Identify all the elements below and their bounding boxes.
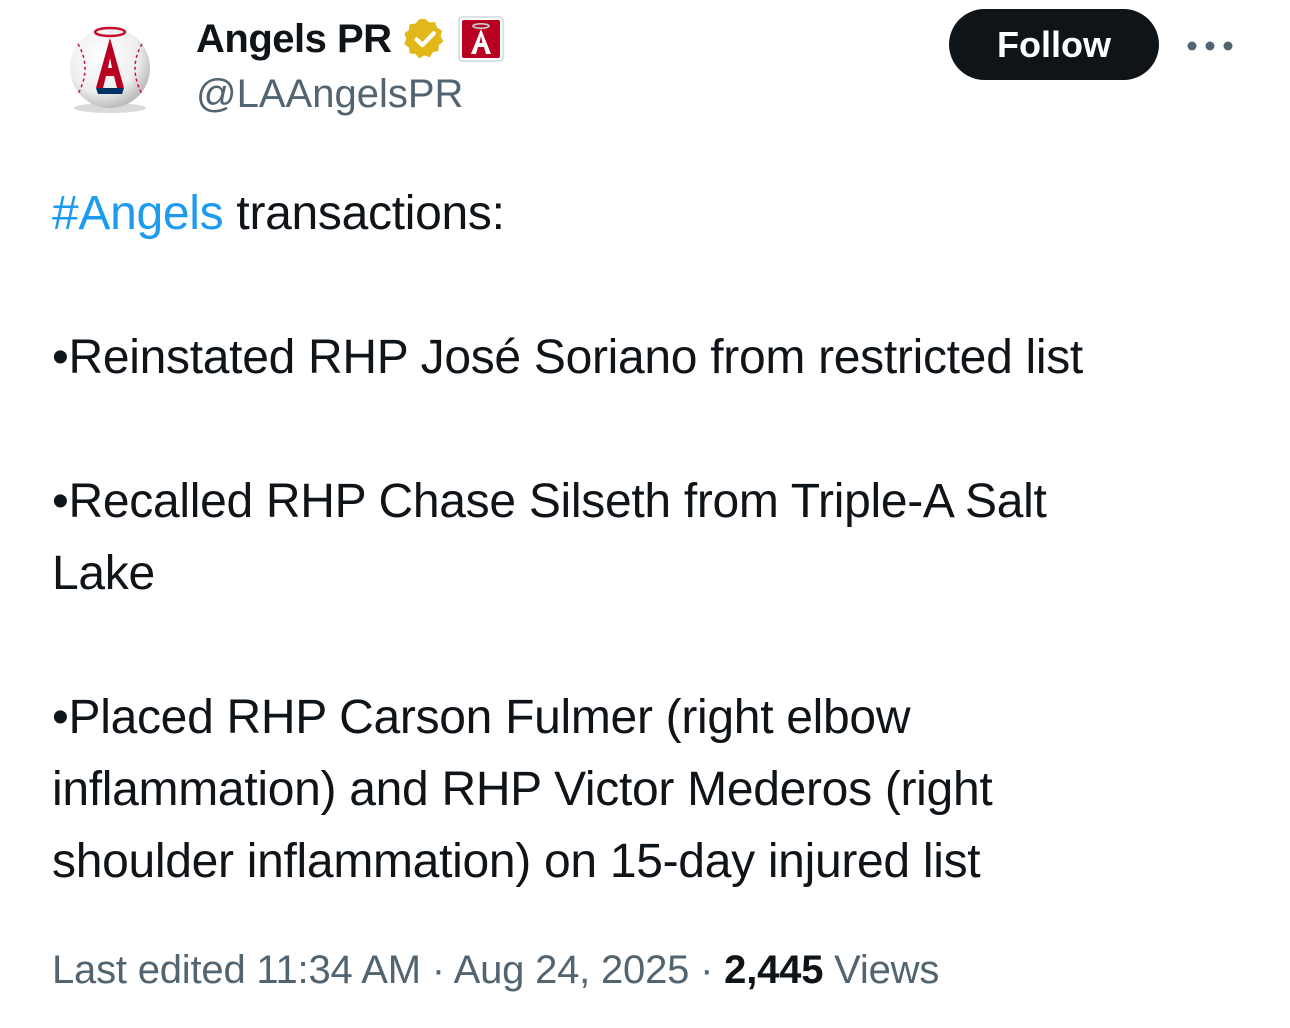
display-name-row: Angels PR <box>196 12 504 66</box>
gold-verified-badge-icon[interactable] <box>402 16 448 62</box>
angels-baseball-logo-icon <box>70 26 150 113</box>
more-horizontal-icon <box>1187 41 1233 51</box>
transaction-line-3c: shoulder inflammation) on 15-day injured… <box>52 835 981 888</box>
edited-timestamp[interactable]: Last edited 11:34 AM <box>52 948 421 992</box>
transaction-line-3a: •Placed RHP Carson Fulmer (right elbow <box>52 691 911 744</box>
transaction-line-1: •Reinstated RHP José Soriano from restri… <box>52 331 1083 384</box>
display-name[interactable]: Angels PR <box>196 17 392 62</box>
transaction-line-2a: •Recalled RHP Chase Silseth from Triple-… <box>52 475 1047 528</box>
avatar[interactable] <box>52 10 168 126</box>
transaction-line-2b: Lake <box>52 547 155 600</box>
views-label: Views <box>823 948 940 992</box>
transaction-line-3b: inflammation) and RHP Victor Mederos (ri… <box>52 763 993 816</box>
hashtag-link[interactable]: #Angels <box>52 187 224 240</box>
views-count[interactable]: 2,445 <box>724 948 823 992</box>
tweet-header: Angels PR @LAAngelsPR Follow <box>0 0 1290 140</box>
user-handle[interactable]: @LAAngelsPR <box>196 72 463 117</box>
tweet-intro: #Angels transactions: <box>52 178 1252 250</box>
more-options-button[interactable] <box>1182 26 1238 66</box>
intro-text: transactions: <box>223 187 505 240</box>
tweet-text: #Angels transactions: •Reinstated RHP Jo… <box>52 178 1252 898</box>
meta-separator: · <box>420 948 454 992</box>
angels-affiliate-badge-icon[interactable] <box>457 16 504 62</box>
meta-separator: · <box>689 948 725 992</box>
follow-button[interactable]: Follow <box>949 9 1159 80</box>
tweet-meta: Last edited 11:34 AM · Aug 24, 2025 · 2,… <box>52 948 939 993</box>
tweet-date[interactable]: Aug 24, 2025 <box>454 948 690 992</box>
